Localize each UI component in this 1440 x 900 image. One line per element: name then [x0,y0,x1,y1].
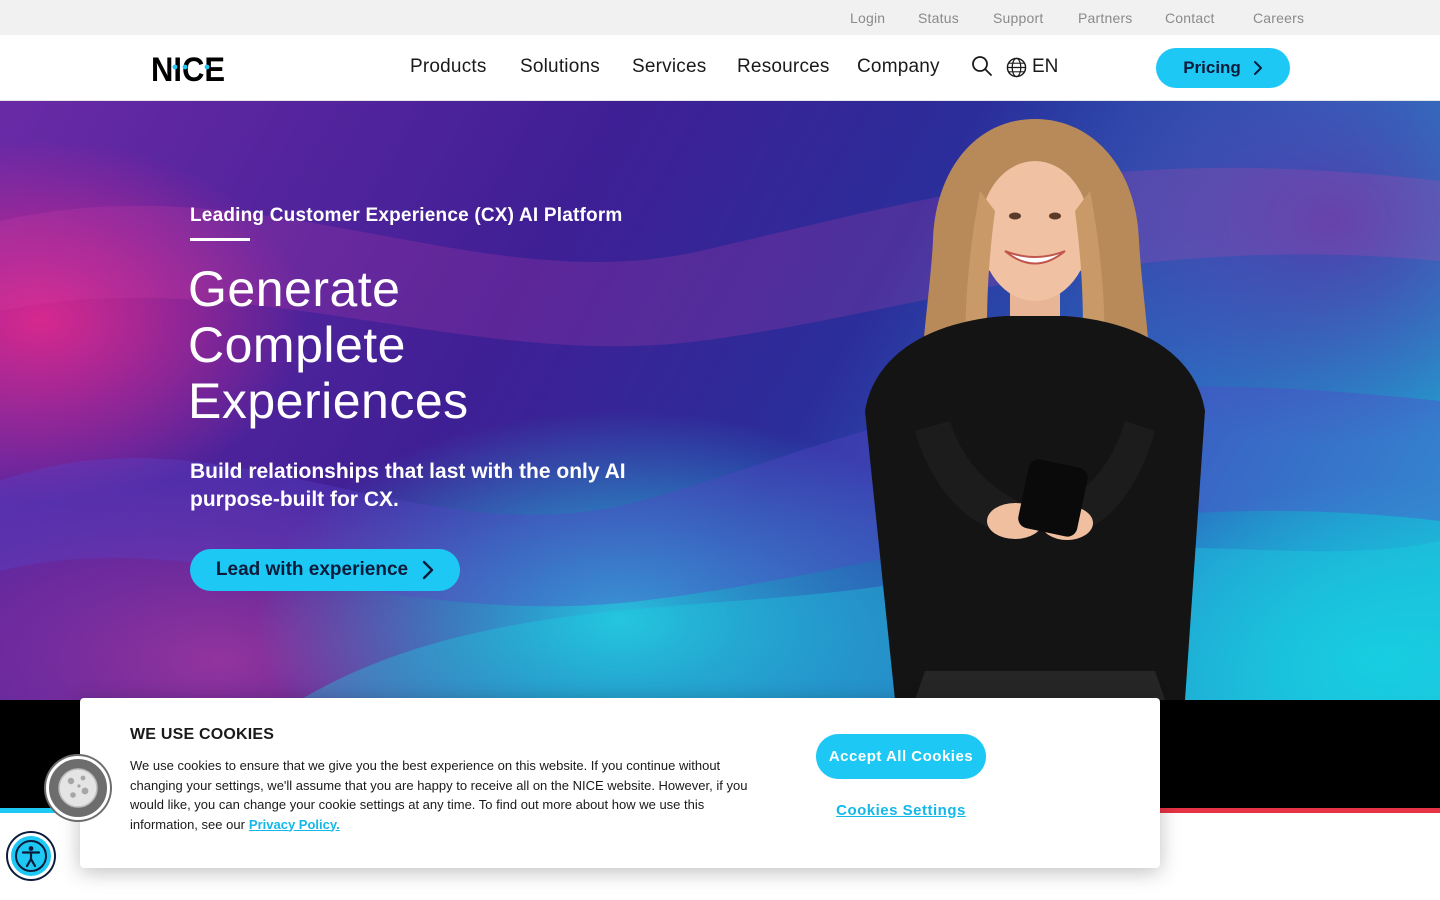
search-icon[interactable] [971,55,993,77]
hero-title-line-3: Experiences [188,373,469,429]
hero-cta-label: Lead with experience [215,559,409,580]
cookie-banner-text: We use cookies to ensure that we give yo… [130,756,770,834]
accessibility-widget[interactable] [8,833,54,879]
cookie-preferences-widget[interactable] [46,756,110,820]
chevron-right-icon [1253,61,1262,75]
logo-dot-1 [172,64,178,70]
utility-link-careers[interactable]: Careers [1253,10,1304,26]
accessibility-icon [15,840,47,872]
cookies-settings-button[interactable]: Cookies Settings [816,798,986,822]
hero-title: Generate Complete Experiences [188,261,628,429]
hero-eyebrow: Leading Customer Experience (CX) AI Plat… [190,205,623,226]
utility-link-contact[interactable]: Contact [1165,10,1215,26]
globe-icon [1006,57,1027,77]
cookie-consent-banner: WE USE COOKIES We use cookies to ensure … [80,698,1160,868]
hero-title-line-2: Complete [188,317,406,373]
cookie-banner-body: We use cookies to ensure that we give yo… [130,758,748,832]
nice-logo[interactable]: NICE [151,51,227,89]
cookie-icon [58,768,98,808]
hero-title-line-1: Generate [188,261,401,317]
logo-dot-3 [204,64,210,70]
lead-with-experience-button[interactable]: Lead with experience [190,549,460,591]
accent-stripe-red [1150,808,1440,813]
chevron-right-icon [422,560,434,580]
utility-link-support[interactable]: Support [993,10,1043,26]
utility-link-login[interactable]: Login [850,10,885,26]
pricing-button[interactable]: Pricing [1156,48,1290,88]
hero-eyebrow-divider [190,238,250,241]
nav-company[interactable]: Company [857,56,940,78]
main-navigation: NICE Products Solutions Services Resourc… [0,35,1440,101]
nav-resources[interactable]: Resources [737,56,830,78]
logo-wordmark: NICE [151,52,225,84]
language-selector[interactable]: EN [1006,55,1058,79]
utility-bar: Login Status Support Partners Contact Ca… [0,0,1440,35]
nice-logo-mark: NICE [151,51,225,89]
cookie-banner-title: WE USE COOKIES [130,726,275,743]
logo-dot-2 [182,64,188,70]
accept-all-cookies-button[interactable]: Accept All Cookies [816,734,986,779]
nav-products[interactable]: Products [410,56,487,78]
pricing-button-label: Pricing [1183,58,1241,77]
nav-solutions[interactable]: Solutions [520,56,600,78]
utility-link-status[interactable]: Status [918,10,959,26]
hero-section: Leading Customer Experience (CX) AI Plat… [0,101,1440,700]
language-label: EN [1032,56,1059,77]
nav-services[interactable]: Services [632,56,706,78]
utility-link-partners[interactable]: Partners [1078,10,1133,26]
hero-person-image [865,119,1205,700]
hero-subtitle: Build relationships that last with the o… [190,460,626,511]
privacy-policy-link[interactable]: Privacy Policy. [249,817,340,832]
